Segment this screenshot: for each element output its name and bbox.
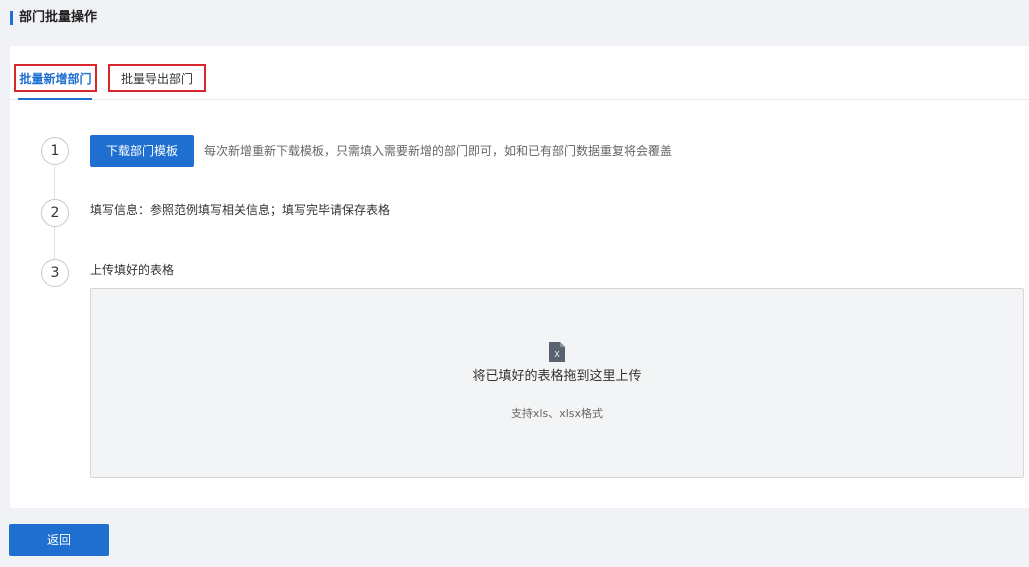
title-accent-bar (10, 11, 13, 25)
page-title: 部门批量操作 (19, 10, 98, 25)
file-upload-dropzone[interactable]: X 将已填好的表格拖到这里上传 支持xls、xlsx格式 (90, 288, 1024, 478)
step-3-text: 上传填好的表格 (90, 263, 175, 277)
tab-batch-add-department[interactable]: 批量新增部门 (14, 64, 97, 92)
tab-batch-export-department[interactable]: 批量导出部门 (108, 64, 206, 92)
tab-bar: 批量新增部门 批量导出部门 (10, 46, 1029, 100)
file-icon-letter: X (554, 350, 560, 359)
page-header: 部门批量操作 (0, 0, 1029, 40)
dropzone-format-hint: 支持xls、xlsx格式 (510, 407, 604, 420)
step-2-text: 填写信息：参照范例填写相关信息；填写完毕请保存表格 (90, 203, 391, 217)
step-1-description: 每次新增重新下载模板，只需填入需要新增的部门即可，如和已有部门数据重复将会覆盖 (204, 144, 673, 158)
main-card: 批量新增部门 批量导出部门 1 下载部门模板 每次新增重新下载模板，只需填入需要… (10, 46, 1029, 508)
step-number-3: 3 (41, 259, 69, 287)
step-number-2: 2 (41, 199, 69, 227)
active-tab-indicator (18, 98, 92, 100)
download-template-button[interactable]: 下载部门模板 (90, 135, 194, 167)
back-button[interactable]: 返回 (9, 524, 109, 556)
dropzone-main-text: 将已填好的表格拖到这里上传 (472, 369, 642, 384)
step-number-1: 1 (41, 137, 69, 165)
excel-file-icon: X (549, 342, 565, 362)
